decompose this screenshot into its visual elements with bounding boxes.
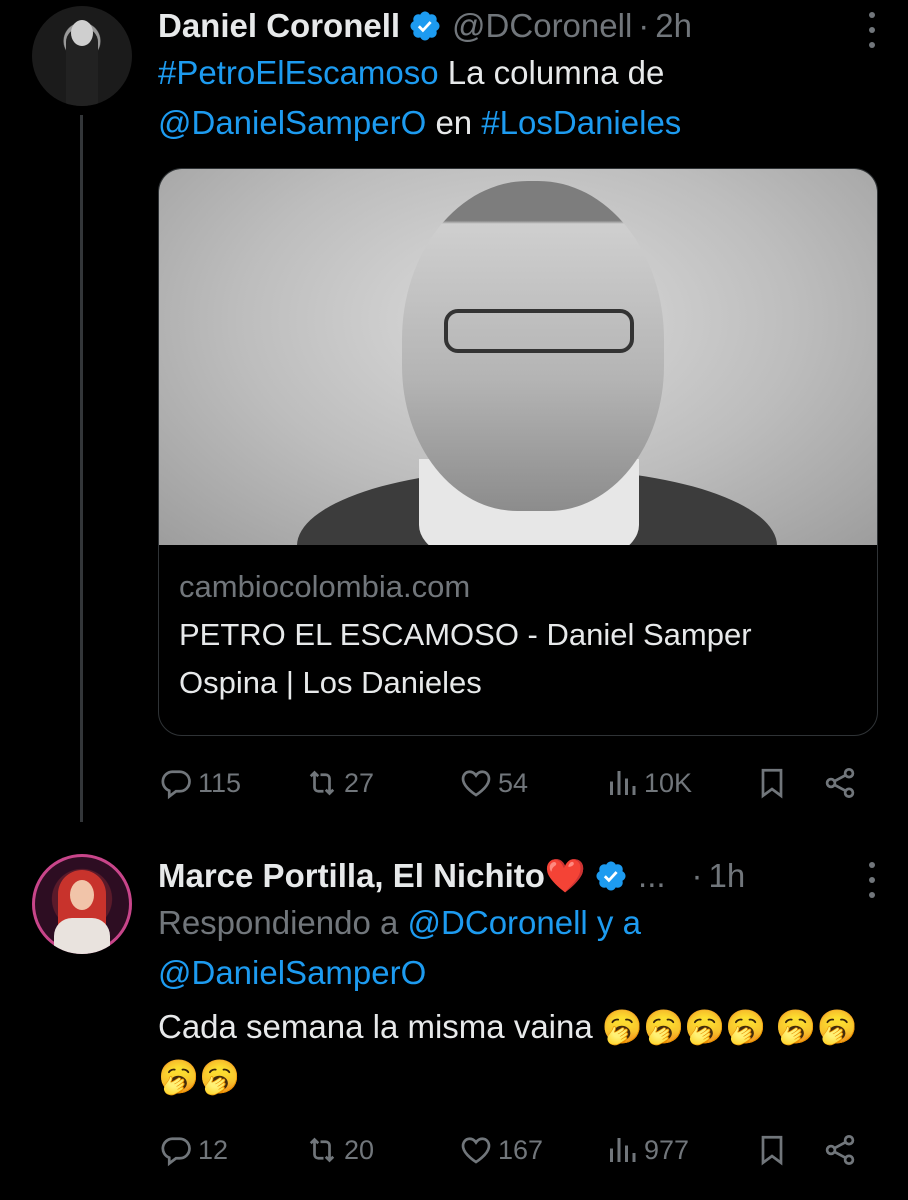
reply-icon [161,1137,191,1167]
views-icon [610,771,636,795]
author-handle[interactable]: @DCoronell [452,7,632,45]
like-button[interactable]: 54 [458,758,528,808]
heart-icon [461,770,491,797]
views-button[interactable]: 10K [604,758,692,808]
hashtag-link[interactable]: #LosDanieles [481,104,681,141]
repost-count: 27 [344,767,375,798]
repost-button[interactable]: 20 [304,1125,374,1175]
tweet-content: Daniel Coronell @DCoronell · 2h #PetroEl… [158,4,878,148]
link-preview-card[interactable]: cambiocolombia.com PETRO EL ESCAMOSO - D… [158,168,878,736]
photo-glasses [444,309,634,353]
views-count: 10K [644,767,693,798]
bookmark-button[interactable] [754,1125,790,1175]
reply-context: Respondiendo a @DCoronell y a @DanielSamp… [158,898,878,998]
tweet-header: Marce Portilla, El Nichito❤️ ... · 1h [158,854,878,898]
tweet-time[interactable]: 2h [655,7,692,45]
tweet-content: Marce Portilla, El Nichito❤️ ... · 1h Re… [158,854,878,1102]
card-image [159,169,877,545]
reply-count: 115 [198,767,242,798]
avatar[interactable] [32,854,132,954]
reply-icon [161,770,191,800]
more-options-icon[interactable] [864,862,880,898]
like-count: 54 [498,767,529,798]
action-bar: 12 20 167 977 [158,1125,858,1175]
reply-button[interactable]: 115 [158,758,241,808]
like-button[interactable]: 167 [458,1125,543,1175]
hashtag-link[interactable]: #PetroElEscamoso [158,54,439,91]
avatar-head [71,20,93,46]
like-count: 167 [498,1134,544,1165]
author-name[interactable]: Daniel Coronell [158,7,400,45]
tweet-time[interactable]: 1h [709,857,746,895]
views-button[interactable]: 977 [604,1125,689,1175]
thread-line [80,115,83,822]
share-button[interactable] [822,1125,858,1175]
avatar[interactable] [32,6,132,106]
share-icon [825,1135,855,1165]
verified-badge-icon [410,11,440,41]
avatar-face [70,880,94,910]
mention-link[interactable]: @DanielSamperO [158,104,426,141]
share-icon [825,768,855,798]
verified-badge-icon [596,861,626,891]
repost-icon [309,770,335,796]
mention-link[interactable]: @DanielSamperO [158,954,426,991]
views-count: 977 [644,1134,690,1165]
separator-dot: · [691,857,703,894]
repost-button[interactable]: 27 [304,758,374,808]
bookmark-icon [761,768,783,799]
reply-button[interactable]: 12 [158,1125,228,1175]
mention-link[interactable]: @DCoronell [408,904,588,941]
more-options-icon[interactable] [864,12,880,48]
author-name[interactable]: Marce Portilla, El Nichito❤️ [158,857,586,896]
share-button[interactable] [822,758,858,808]
repost-count: 20 [344,1134,375,1165]
heart-icon [461,1137,491,1164]
tweet-text-part: La columna de [438,54,665,91]
views-icon [610,1138,636,1162]
separator-dot: · [638,7,650,44]
name-truncation: ... [638,857,666,894]
action-bar: 115 27 54 10K [158,758,858,808]
avatar-body [54,918,110,954]
bookmark-icon [761,1135,783,1166]
repost-icon [309,1137,335,1163]
reply-count: 12 [198,1134,229,1165]
reply-prefix: Respondiendo a [158,904,408,941]
tweet-text: #PetroElEscamoso La columna de @DanielSa… [158,48,878,148]
tweet-text-part: en [426,104,482,141]
tweet-header: Daniel Coronell @DCoronell · 2h [158,4,878,48]
card-meta: cambiocolombia.com PETRO EL ESCAMOSO - D… [159,545,877,707]
tweet-text: Cada semana la misma vaina 🥱🥱🥱🥱 🥱🥱🥱🥱 [158,1008,858,1095]
tweet-1[interactable]: Daniel Coronell @DCoronell · 2h #PetroEl… [0,0,908,822]
card-title: PETRO EL ESCAMOSO - Daniel Samper Ospina… [179,617,752,700]
card-domain: cambiocolombia.com [179,569,471,604]
reply-joiner: y a [587,904,641,941]
tweet-2[interactable]: Marce Portilla, El Nichito❤️ ... · 1h Re… [0,822,908,1200]
bookmark-button[interactable] [754,758,790,808]
